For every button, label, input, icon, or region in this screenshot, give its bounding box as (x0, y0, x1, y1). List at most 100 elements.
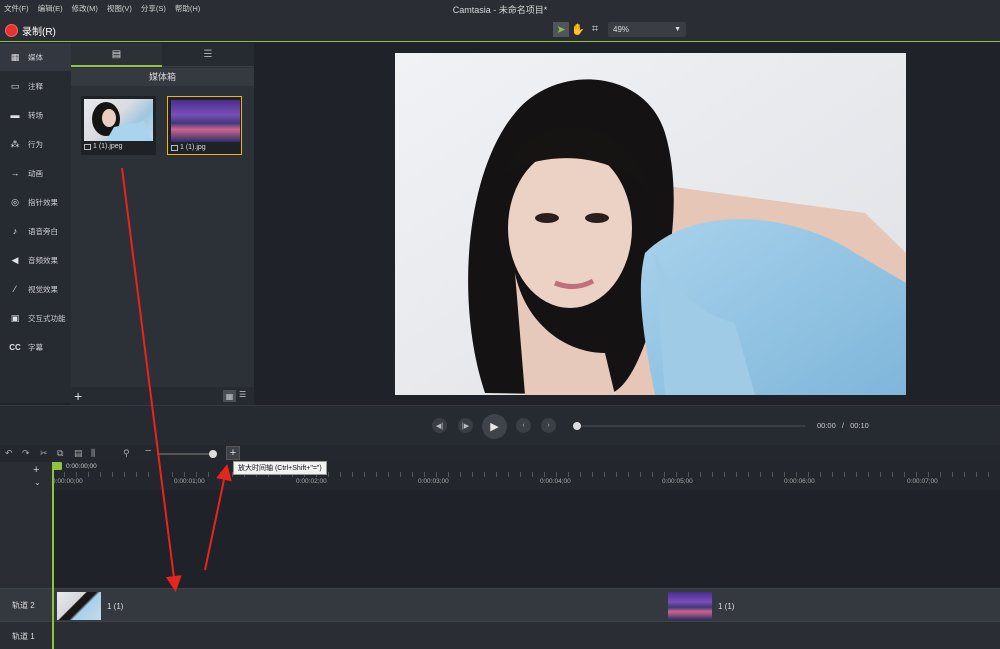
add-track-icon[interactable]: + (33, 464, 39, 476)
timeline-zoom-handle[interactable] (209, 450, 217, 458)
list-view-icon[interactable]: ☰ (239, 390, 251, 402)
sidebar-item-label: 动画 (28, 168, 43, 178)
sidebar-item-label: 交互式功能 (28, 313, 66, 323)
microphone-icon: ♪ (12, 226, 18, 236)
sidebar-item-interactivity[interactable]: ▣ 交互式功能 (0, 304, 71, 332)
list-icon: ☰ (203, 49, 213, 60)
track-label: 轨道 1 (12, 632, 35, 641)
timeline-clip[interactable]: 1 (1) (668, 591, 734, 621)
zoom-out-icon[interactable]: − (145, 445, 151, 457)
copy-icon[interactable]: ⧉ (57, 448, 63, 459)
record-button[interactable]: 录制(R) (5, 22, 56, 38)
time-separator: / (841, 421, 844, 430)
media-icon: ▦ (10, 51, 20, 62)
grid-view-icon[interactable]: ▦ (223, 390, 236, 402)
media-bin-title: 媒体箱 (71, 68, 254, 86)
search-icon[interactable]: ⚲ (123, 448, 130, 459)
play-button[interactable]: ▶ (482, 414, 507, 439)
ruler-ticks (52, 472, 1000, 477)
sidebar-item-label: 视觉效果 (28, 284, 58, 294)
time-display: 00:00 / 00:10 (817, 421, 869, 430)
ruler-tick-label: 0:00:06;00 (784, 478, 815, 485)
ruler-tick-label: 0:00:03;00 (418, 478, 449, 485)
playhead-handle[interactable] (52, 462, 62, 470)
sidebar-item-annotations[interactable]: ▭ 注释 (0, 72, 71, 100)
clip-label: 1 (1) (107, 601, 124, 611)
chevron-down-icon: ▼ (674, 26, 681, 33)
timeline-clip[interactable]: 1 (1) (57, 591, 123, 621)
paste-icon[interactable]: ▤ (74, 448, 83, 459)
add-media-icon[interactable]: + (74, 389, 82, 403)
scrub-bar[interactable] (577, 425, 805, 427)
canvas-preview-image[interactable] (395, 53, 906, 395)
media-bin-footer: + ▦ ☰ (71, 387, 254, 405)
zoom-in-button[interactable]: + (226, 446, 240, 460)
image-icon (171, 144, 178, 151)
cut-icon[interactable]: ✂ (40, 448, 48, 459)
sidebar-item-transitions[interactable]: ▬ 转场 (0, 101, 71, 129)
clip-label: 1 (1) (718, 601, 735, 611)
zoom-select[interactable]: 49% ▼ (608, 22, 686, 37)
record-label: 录制(R) (22, 26, 56, 38)
undo-icon[interactable]: ↶ (5, 448, 13, 459)
pan-hand-icon[interactable]: ✋ (570, 22, 586, 37)
sidebar-item-voice-narration[interactable]: ♪ 语音旁白 (0, 217, 71, 245)
menu-share[interactable]: 分享(S) (141, 3, 166, 14)
next-icon[interactable]: › (541, 418, 556, 433)
select-tool-icon[interactable]: ➤ (553, 22, 569, 37)
menu-file[interactable]: 文件(F) (4, 3, 29, 14)
town-night-thumbnail (171, 100, 240, 142)
track-row-2[interactable]: 轨道 2 1 (1) 1 (1) (0, 588, 1000, 622)
sidebar-item-label: 注释 (28, 81, 43, 91)
media-item[interactable]: 1 (1).jpeg (81, 96, 156, 155)
current-time: 00:00 (817, 421, 836, 430)
media-bin-panel: ▤ ☰ 媒体箱 1 (1).jpeg 1 (1).jpg + ▦ ☰ (71, 43, 254, 405)
sidebar-item-audio-effects[interactable]: ◀ 音频效果 (0, 246, 71, 274)
track-row-1[interactable]: 轨道 1 (0, 622, 1000, 649)
timeline-toolbar: ↶ ↷ ✂ ⧉ ▤ ⫼ ⚲ − + (0, 445, 1000, 462)
sidebar-item-behaviors[interactable]: ⁂ 行为 (0, 130, 71, 158)
sidebar-item-label: 字幕 (28, 342, 43, 352)
step-back-icon[interactable]: ◀| (432, 418, 447, 433)
sidebar-item-media[interactable]: ▦ 媒体 (0, 43, 71, 71)
annotation-icon: ▭ (10, 80, 20, 91)
menu-bar: 文件(F) 编辑(E) 修改(M) 视图(V) 分享(S) 帮助(H) (0, 0, 1000, 17)
media-item-label: 1 (1).jpg (180, 144, 206, 151)
transition-icon: ▬ (10, 110, 20, 120)
portrait-thumbnail (84, 99, 153, 141)
chevron-down-icon[interactable]: ⌄ (34, 478, 41, 487)
audio-effect-icon: ◀ (11, 254, 19, 265)
menu-help[interactable]: 帮助(H) (175, 3, 200, 14)
tab-media-bin[interactable]: ▤ (71, 43, 162, 67)
menu-edit[interactable]: 编辑(E) (38, 3, 63, 14)
crop-icon[interactable]: ⌗ (587, 22, 603, 37)
split-icon[interactable]: ⫼ (91, 448, 95, 459)
sidebar-item-label: 语音旁白 (28, 226, 58, 236)
step-forward-icon[interactable]: |▶ (458, 418, 473, 433)
sidebar-item-label: 音频效果 (28, 255, 58, 265)
menu-modify[interactable]: 修改(M) (72, 3, 98, 14)
sidebar-item-visual-effects[interactable]: ⁄ 视觉效果 (0, 275, 71, 303)
player-controls: ◀| |▶ ▶ ‹ › 00:00 / 00:10 (0, 405, 1000, 445)
menu-view[interactable]: 视图(V) (107, 3, 132, 14)
zoom-value: 49% (613, 25, 630, 34)
tab-library[interactable]: ☰ (162, 43, 254, 67)
redo-icon[interactable]: ↷ (22, 448, 30, 459)
sidebar-item-label: 转场 (28, 110, 43, 120)
track-label: 轨道 2 (12, 601, 35, 610)
playhead-line[interactable] (52, 462, 54, 649)
ruler-tick-label: 0:00:05;00 (662, 478, 693, 485)
cursor-effect-icon: ◎ (11, 196, 19, 207)
visual-effect-icon: ⁄ (14, 284, 16, 294)
timeline-zoom-slider[interactable] (157, 453, 212, 455)
previous-icon[interactable]: ‹ (516, 418, 531, 433)
town-clip-thumbnail (668, 592, 712, 620)
media-item-selected[interactable]: 1 (1).jpg (167, 96, 242, 155)
sidebar-item-cursor-effects[interactable]: ◎ 指针效果 (0, 188, 71, 216)
cc-icon: CC (9, 342, 21, 352)
sidebar-item-label: 指针效果 (28, 197, 58, 207)
sidebar-item-animations[interactable]: → 动画 (0, 159, 71, 187)
sidebar-item-captions[interactable]: CC 字幕 (0, 333, 71, 361)
scrub-handle[interactable] (573, 422, 581, 430)
timeline-ruler[interactable]: 0:00:00;00 0:00:00;00 0:00:01;00 0:00:02… (52, 462, 1000, 490)
